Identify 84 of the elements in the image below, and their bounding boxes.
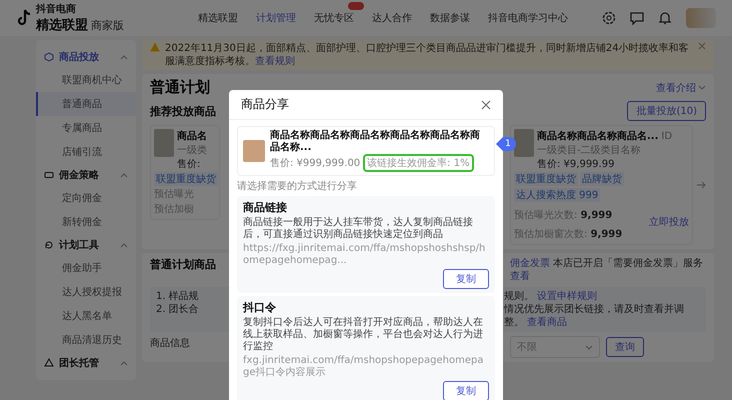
- method-title: 抖口令: [243, 300, 277, 315]
- nav-tab[interactable]: 抖音电商学习中心: [488, 11, 568, 25]
- share-url: fxg.jinritemai.com/ffa/mshopshopepagehomepage抖口令内容展示: [243, 355, 484, 379]
- chevron-icon: [120, 242, 128, 248]
- sidebar-item[interactable]: 佣金助手: [36, 256, 136, 280]
- share-url: https://fxg.jinritemai.com/ffa/mshopshoshshsp/homepagehomepag...: [243, 243, 486, 267]
- product-tag: 联盟重度缺货: [514, 172, 578, 186]
- product-tag: 达人搜索热度 999: [514, 188, 600, 202]
- photo-placeholder: [514, 129, 534, 157]
- photo-placeholder: [243, 140, 265, 162]
- product-category: 一级类目-二级类目名称: [537, 144, 642, 157]
- product-tag: 品牌缺货: [580, 172, 624, 186]
- chevron-icon: [120, 360, 128, 366]
- intro-link[interactable]: 查看介绍: [656, 80, 706, 94]
- sidebar-group[interactable]: 商品投放: [36, 46, 136, 68]
- notice-text: 2022年11月30日起，面部精点、面部护理、口腔护理三个类目商品品进审门槛提升，同时新增店铺24小时揽收率和客服满意度指标考核。查看规则: [165, 42, 690, 68]
- chevron-icon: [120, 54, 128, 60]
- commission-rate: 该链接生效佣金率: 1%: [363, 154, 474, 172]
- chevron-icon: [120, 172, 128, 178]
- logo-title: 精选联盟: [36, 17, 88, 34]
- nav-tab[interactable]: 计划管理: [256, 11, 296, 25]
- sidebar-item[interactable]: 新转佣金: [36, 210, 136, 234]
- section-title: 推荐投放商品: [150, 104, 216, 118]
- nav-tab[interactable]: 无忧专区: [314, 11, 354, 25]
- product-name: 商品名称商品名称商品名...: [537, 129, 658, 143]
- product-name: 商品名称商品名称商品名称商品名称商品名称商品名称...: [270, 130, 481, 154]
- annotation-marker: 1: [496, 137, 516, 151]
- cycle-icon: [44, 240, 54, 250]
- batch-button[interactable]: 批量投放(10): [627, 101, 706, 121]
- sidebar-group[interactable]: 佣金策略: [36, 164, 136, 186]
- product-tag: 联盟重度缺货: [154, 172, 218, 186]
- invoice-notice: 佣金发票 本店已开启「需要佣金发票」服务 查看: [510, 257, 704, 283]
- product-id: ID: [661, 131, 672, 142]
- product-price: 售价:: [177, 158, 202, 171]
- info-text: 情况优先展示团长链接，请及时查看并调整。 查看商品: [504, 303, 685, 329]
- method-description: 复制抖口令后达人可在抖音打开对应商品，帮助达人在线上获取样品、加橱窗等操作，平台也会对达人行为进行监控: [243, 317, 484, 353]
- info-link[interactable]: 设置申样规则: [537, 291, 598, 302]
- ticket-icon: [44, 170, 54, 180]
- invoice-link[interactable]: 佣金发票: [510, 258, 550, 269]
- query-button[interactable]: 查询: [606, 337, 644, 357]
- section-title: 普通计划商品: [150, 257, 217, 272]
- sidebar-item[interactable]: 达人黑名单: [36, 304, 136, 328]
- copy-button[interactable]: 复制: [443, 381, 489, 400]
- product-price: 售价: ¥999,999.00: [270, 157, 360, 170]
- warning-icon: [150, 42, 160, 52]
- bell-icon[interactable]: [658, 11, 672, 25]
- sidebar-group[interactable]: 团长托管: [36, 352, 136, 374]
- sidebar-item[interactable]: 专属商品: [36, 116, 136, 140]
- product-name: 商品名: [177, 129, 207, 143]
- chevron-down-icon: [698, 85, 706, 90]
- photo-placeholder: [154, 129, 174, 157]
- rules-link[interactable]: 查看规则: [255, 56, 295, 67]
- info-link[interactable]: 查看商品: [527, 317, 568, 328]
- copy-button[interactable]: 复制: [443, 269, 489, 289]
- view-link[interactable]: 查看: [510, 271, 530, 282]
- sidebar-item[interactable]: 普通商品: [36, 92, 136, 116]
- nav-tab[interactable]: 精选联盟: [198, 11, 238, 25]
- info-text: 2. 团长合: [156, 303, 200, 316]
- nav-tab[interactable]: 数据参谋: [430, 11, 470, 25]
- logo-caption: 抖音电商: [36, 2, 77, 16]
- sidebar-item[interactable]: 联盟商机中心: [36, 68, 136, 92]
- close-button[interactable]: [481, 100, 491, 110]
- page-title: 普通计划: [150, 78, 210, 97]
- logo-subtitle: 商家版: [91, 18, 124, 33]
- method-description: 商品链接一般用于达人挂车带货，达人复制商品链接后，可直接通过识别商品链接快速定位到商品: [243, 217, 474, 241]
- launch-link[interactable]: 立即投放: [649, 215, 689, 229]
- message-icon[interactable]: [630, 11, 644, 25]
- product-price: 售价: ¥9,999.99: [537, 158, 616, 171]
- sidebar-item[interactable]: 定向佣金: [36, 186, 136, 210]
- sidebar-item[interactable]: 商品清退历史: [36, 328, 136, 352]
- info-text: 规则。 设置申样规则: [504, 290, 598, 303]
- method-title: 商品链接: [243, 200, 288, 215]
- info-text: 1. 样品规: [156, 290, 200, 303]
- sidebar-item[interactable]: 达人授权提报: [36, 280, 136, 304]
- filter-label: 商品信息: [150, 336, 191, 350]
- sidebar-group[interactable]: 计划工具: [36, 234, 136, 256]
- music-note-logo-icon: [16, 9, 32, 27]
- settings-icon[interactable]: [602, 11, 616, 25]
- chevron-down-icon: [585, 344, 593, 350]
- sidebar-item[interactable]: 店铺引流: [36, 140, 136, 164]
- share-hint: 请选择需要的方式进行分享: [237, 180, 358, 193]
- nav-tab[interactable]: 达人合作: [372, 11, 412, 25]
- product-category: 一级类: [177, 144, 207, 157]
- dialog-title: 商品分享: [241, 96, 289, 113]
